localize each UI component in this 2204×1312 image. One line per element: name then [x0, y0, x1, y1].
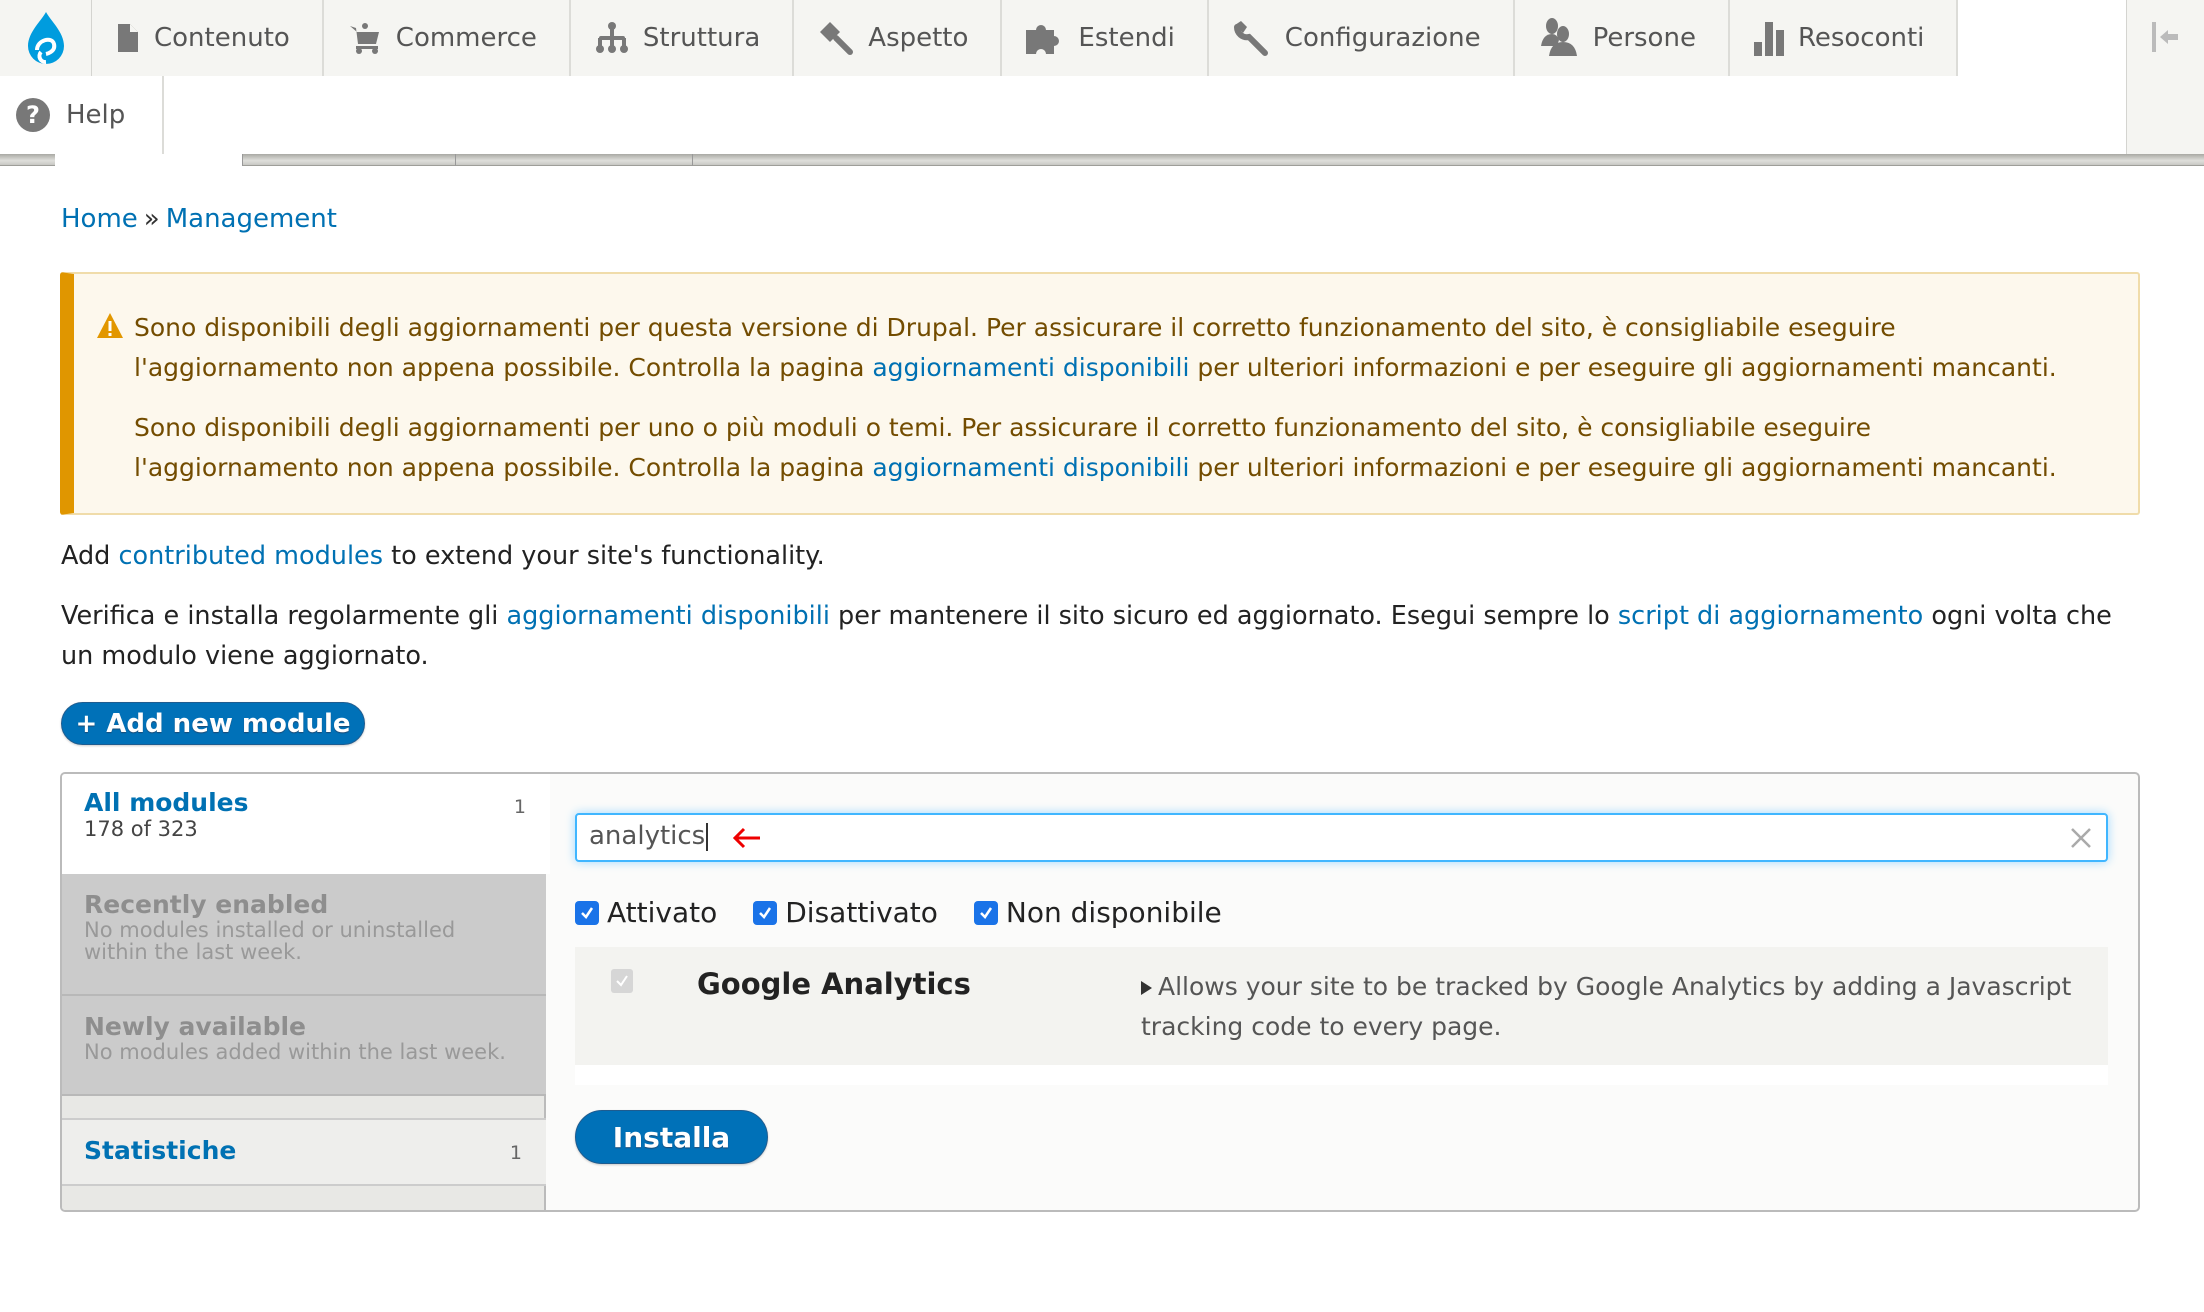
sidebar-item-subtitle: No modules added within the last week. — [84, 1040, 506, 1064]
bar-chart-icon — [1753, 22, 1784, 56]
module-category-sidebar: All modules 178 of 323 1 Recently enable… — [62, 774, 550, 1210]
tab-divider — [692, 154, 693, 166]
checkbox-checked-icon[interactable] — [973, 900, 998, 925]
toolbar-item-label: Aspetto — [868, 23, 969, 53]
help-icon: ? — [16, 98, 50, 132]
drupal-drop-icon — [27, 12, 64, 64]
expand-triangle-icon — [1141, 981, 1152, 995]
toolbar-item-label: Persone — [1592, 23, 1696, 53]
admin-toolbar: Contenuto Commerce Struttura Aspetto Est… — [0, 0, 2204, 76]
search-value: analytics — [589, 821, 706, 851]
filter-non-disponibile[interactable]: Non disponibile — [973, 896, 1222, 929]
svg-text:?: ? — [26, 101, 40, 129]
sidebar-item-title: Statistiche — [84, 1136, 237, 1165]
toolbar-item-label: Struttura — [642, 23, 761, 53]
tab-divider — [455, 154, 456, 166]
module-count: 178 of 323 — [84, 817, 198, 841]
toolbar-item-label: Resoconti — [1797, 23, 1925, 53]
contributed-modules-link[interactable]: contributed modules — [118, 541, 383, 571]
filter-disattivato[interactable]: Disattivato — [753, 896, 938, 929]
warning-core-updates: Sono disponibili degli aggiornamenti per… — [134, 313, 2057, 382]
tab-divider — [242, 154, 243, 166]
collapse-left-icon — [2151, 22, 2178, 52]
add-new-module-button[interactable]: + Add new module — [61, 702, 365, 745]
file-icon — [118, 24, 138, 52]
contributed-modules-text: Add contributed modules to extend your s… — [61, 541, 825, 571]
toolbar-item-commerce[interactable]: Commerce — [323, 0, 571, 76]
toolbar-item-label: Configurazione — [1284, 23, 1481, 53]
install-button[interactable]: Installa — [575, 1110, 768, 1164]
warning-module-updates: Sono disponibili degli aggiornamenti per… — [134, 413, 2057, 482]
toolbar-item-label: Commerce — [395, 23, 537, 53]
toolbar-item-estendi[interactable]: Estendi — [1002, 0, 1209, 76]
sidebar-item-title: Recently enabled — [84, 890, 329, 919]
breadcrumb-management[interactable]: Management — [166, 204, 337, 234]
update-script-link[interactable]: script di aggiornamento — [1618, 601, 1923, 631]
update-instructions-text: Verifica e installa regolarmente gli agg… — [61, 601, 2112, 671]
toolbar-item-configurazione[interactable]: Configurazione — [1208, 0, 1515, 76]
tab-active[interactable] — [55, 154, 242, 167]
module-row: Google Analytics Allows your site to be … — [575, 947, 2108, 1065]
checkbox-checked-icon[interactable] — [575, 900, 599, 925]
available-updates-link[interactable]: aggiornamenti disponibili — [506, 601, 829, 631]
help-label: Help — [66, 100, 126, 130]
drupal-logo[interactable] — [0, 0, 92, 76]
module-search-input[interactable]: analytics — [575, 813, 2108, 862]
module-table-footer — [575, 1065, 2108, 1085]
checkbox-checked-icon[interactable] — [753, 900, 778, 925]
breadcrumb-separator: » — [143, 204, 160, 234]
breadcrumb-home[interactable]: Home — [61, 204, 138, 234]
paintbrush-icon — [820, 22, 854, 55]
toolbar-item-resoconti[interactable]: Resoconti — [1729, 0, 1959, 76]
sidebar-item-recently-enabled: Recently enabled No modules installed or… — [62, 874, 546, 996]
toolbar-item-persone[interactable]: Persone — [1514, 0, 1730, 76]
sidebar-item-all-modules[interactable]: All modules 178 of 323 1 — [62, 774, 550, 874]
arrow-left-annotation-icon — [732, 827, 760, 849]
toolbar-tray: ? Help — [0, 76, 2126, 154]
cart-icon — [349, 23, 379, 54]
toolbar-help-link[interactable]: ? Help — [0, 76, 164, 154]
module-checkbox-disabled — [611, 969, 633, 993]
module-filter-panel: All modules 178 of 323 1 Recently enable… — [60, 772, 2140, 1212]
tabs-strip — [0, 154, 2204, 166]
sidebar-item-count: 1 — [509, 1142, 522, 1164]
toolbar-item-label: Contenuto — [154, 23, 290, 53]
sidebar-item-title: Newly available — [84, 1012, 307, 1041]
sidebar-item-statistiche[interactable]: Statistiche 1 — [62, 1118, 546, 1186]
sidebar-item-newly-available: Newly available No modules added within … — [62, 996, 546, 1096]
warning-icon — [97, 313, 123, 338]
puzzle-icon — [1026, 25, 1060, 54]
sidebar-item-count: 1 — [513, 796, 526, 818]
toolbar-menu: Contenuto Commerce Struttura Aspetto Est… — [92, 0, 1959, 76]
text-cursor — [706, 822, 709, 851]
status-filters: Attivato Disattivato Non disponibile — [575, 896, 1222, 929]
toolbar-item-aspetto[interactable]: Aspetto — [794, 0, 1003, 76]
breadcrumb: Home» Management — [61, 204, 337, 234]
toolbar-item-struttura[interactable]: Struttura — [570, 0, 795, 76]
sitemap-icon — [595, 22, 628, 53]
toolbar-item-label: Estendi — [1078, 23, 1175, 53]
filter-attivato[interactable]: Attivato — [575, 896, 717, 929]
toolbar-orientation-toggle[interactable] — [2126, 0, 2204, 154]
toolbar-item-contenuto[interactable]: Contenuto — [92, 0, 324, 76]
available-updates-link[interactable]: aggiornamenti disponibili — [872, 453, 1189, 482]
sidebar-item-title: All modules — [84, 788, 249, 817]
sidebar-item-subtitle: No modules installed or uninstalled with… — [84, 918, 456, 964]
wrench-icon — [1233, 21, 1268, 56]
available-updates-link[interactable]: aggiornamenti disponibili — [872, 353, 1189, 382]
people-icon — [1540, 18, 1577, 56]
module-description-toggle[interactable]: Allows your site to be tracked by Google… — [1141, 967, 2081, 1047]
clear-search-icon[interactable] — [2070, 827, 2092, 849]
module-name: Google Analytics — [697, 967, 971, 1001]
update-warning-message: Sono disponibili degli aggiornamenti per… — [60, 272, 2140, 515]
